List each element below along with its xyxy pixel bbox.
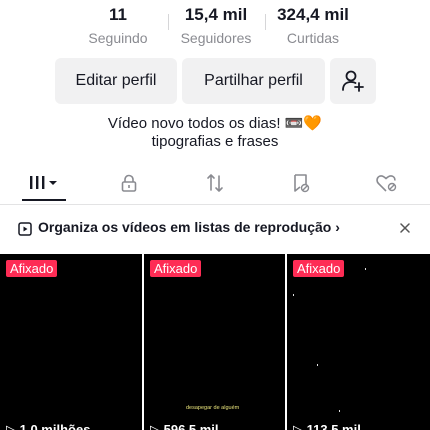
view-count: ▷ 596,5 mil	[150, 422, 219, 430]
lock-icon	[121, 174, 137, 192]
likes-count: 324,4 mil	[277, 5, 349, 24]
edit-profile-button[interactable]: Editar perfil	[55, 58, 177, 104]
profile-stats: 11 Seguindo 15,4 mil Seguidores 324,4 mi…	[0, 0, 430, 50]
view-count: ▷ 1,0 milhões	[6, 422, 90, 430]
speck	[317, 364, 318, 366]
video-caption: desapegar de alguém	[186, 405, 240, 411]
tab-videos[interactable]	[0, 162, 86, 204]
pinned-badge: Afixado	[293, 260, 345, 277]
view-count-value: 1,0 milhões	[19, 422, 91, 430]
share-profile-button[interactable]: Partilhar perfil	[182, 58, 325, 104]
speck	[365, 268, 366, 270]
video-thumbnail[interactable]: Afixado desapegar de alguém ▷ 596,5 mil	[144, 254, 285, 430]
video-grid-icon	[30, 176, 57, 189]
stat-divider	[168, 14, 169, 30]
playlist-icon	[18, 222, 32, 236]
view-count-value: 113,5 mil	[306, 422, 361, 430]
video-grid: Afixado ▷ 1,0 milhões Afixado desapegar …	[0, 254, 430, 430]
tab-reposts[interactable]	[172, 162, 258, 204]
following-count: 11	[109, 5, 127, 24]
pinned-badge: Afixado	[150, 260, 202, 277]
tab-favorites[interactable]	[258, 162, 344, 204]
following-stat[interactable]: 11 Seguindo	[80, 4, 156, 48]
playlist-banner[interactable]: Organiza os vídeos em listas de reproduç…	[0, 204, 430, 252]
pinned-badge: Afixado	[6, 260, 58, 277]
speck	[293, 294, 294, 296]
following-label: Seguindo	[88, 30, 148, 46]
video-thumbnail[interactable]: Afixado ▷ 1,0 milhões	[0, 254, 142, 430]
view-count-value: 596,5 mil	[163, 422, 219, 430]
stat-divider	[265, 14, 266, 30]
add-friend-button[interactable]	[330, 58, 376, 104]
bio-line-1: Vídeo novo todos os dias! 📼🧡	[107, 115, 323, 132]
video-thumbnail[interactable]: Afixado ▷ 113,5 mil	[287, 254, 430, 430]
add-user-icon	[342, 70, 364, 92]
followers-count: 15,4 mil	[184, 5, 248, 24]
active-tab-indicator	[22, 199, 66, 201]
view-count: ▷ 113,5 mil	[293, 422, 361, 430]
likes-stat[interactable]: 324,4 mil Curtidas	[272, 4, 354, 48]
bio-line-2: tipografias e frases	[151, 133, 279, 150]
tab-liked[interactable]	[344, 162, 430, 204]
close-icon[interactable]	[400, 223, 410, 233]
bookmark-hidden-icon	[294, 174, 310, 193]
speck	[339, 410, 340, 412]
heart-hidden-icon	[376, 175, 397, 192]
likes-label: Curtidas	[286, 30, 340, 46]
followers-stat[interactable]: 15,4 mil Seguidores	[176, 4, 256, 48]
followers-label: Seguidores	[180, 30, 252, 46]
repost-icon	[207, 174, 223, 192]
playlist-banner-text: Organiza os vídeos em listas de reproduç…	[38, 219, 340, 235]
tab-private[interactable]	[86, 162, 172, 204]
